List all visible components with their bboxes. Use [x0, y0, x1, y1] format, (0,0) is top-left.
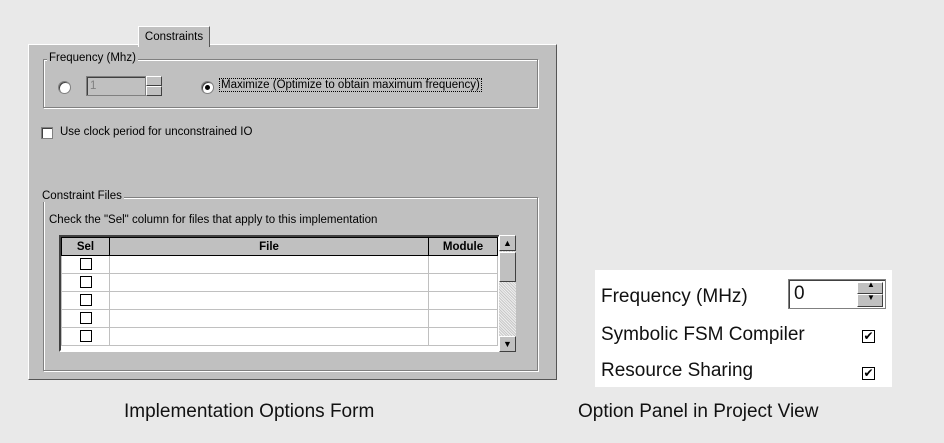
row-select-checkbox[interactable]: [79, 276, 92, 288]
chevron-down-icon: ▼: [867, 293, 875, 302]
maximize-label[interactable]: Maximize (Optimize to obtain maximum fre…: [219, 78, 482, 92]
table-row[interactable]: [61, 309, 498, 328]
panel-frequency-value: 0: [794, 283, 805, 304]
left-caption: Implementation Options Form: [124, 401, 375, 422]
table-vertical-scrollbar[interactable]: ▲ ▼: [499, 235, 516, 352]
panel-frequency-spin-down-button[interactable]: ▼: [857, 293, 883, 307]
row-select-checkbox[interactable]: [79, 294, 92, 306]
row-select-checkbox[interactable]: [79, 312, 92, 324]
constraint-files-instruction: Check the "Sel" column for files that ap…: [49, 214, 378, 226]
row-select-checkbox[interactable]: [79, 258, 92, 270]
frequency-spin-up-button[interactable]: [146, 76, 162, 86]
table-row[interactable]: [61, 291, 498, 310]
panel-resource-checkbox[interactable]: ✔: [862, 367, 875, 380]
frequency-input[interactable]: 1: [86, 76, 146, 96]
tab-constraints[interactable]: Constraints: [138, 26, 210, 47]
column-header-module[interactable]: Module: [428, 237, 498, 256]
clock-period-checkbox[interactable]: [41, 127, 53, 139]
column-header-sel[interactable]: Sel: [61, 237, 110, 256]
maximize-radio[interactable]: [201, 81, 214, 94]
table-row[interactable]: [61, 273, 498, 292]
constraint-files-table: Sel File Module: [61, 237, 498, 346]
check-icon: ✔: [863, 329, 874, 343]
scroll-up-button[interactable]: ▲: [499, 235, 516, 251]
panel-fsm-label: Symbolic FSM Compiler: [601, 324, 805, 345]
table-row[interactable]: [61, 255, 498, 274]
chevron-up-icon: ▲: [867, 280, 875, 289]
column-header-file[interactable]: File: [109, 237, 429, 256]
table-row[interactable]: [61, 327, 498, 346]
implementation-options-form: Frequency (Mhz) 1 Maximize (Optimize to …: [28, 44, 557, 380]
panel-resource-label: Resource Sharing: [601, 360, 754, 381]
scroll-down-button[interactable]: ▼: [499, 336, 516, 352]
frequency-group-legend: Frequency (Mhz): [47, 52, 138, 64]
scroll-thumb[interactable]: [499, 252, 516, 282]
check-icon: ✔: [863, 366, 874, 380]
frequency-value-radio[interactable]: [58, 81, 71, 94]
constraint-files-legend: Constraint Files: [40, 190, 124, 202]
panel-frequency-input[interactable]: 0 ▲ ▼: [788, 279, 886, 309]
panel-fsm-checkbox[interactable]: ✔: [862, 330, 875, 343]
tab-label: Constraints: [144, 31, 204, 43]
row-select-checkbox[interactable]: [79, 330, 92, 342]
right-caption: Option Panel in Project View: [578, 401, 819, 422]
constraint-files-table-container: Sel File Module: [59, 235, 500, 352]
panel-frequency-label: Frequency (MHz): [601, 286, 748, 307]
clock-period-label: Use clock period for unconstrained IO: [60, 126, 253, 138]
frequency-spin-down-button[interactable]: [146, 86, 162, 96]
option-panel: Frequency (MHz) 0 ▲ ▼ Symbolic FSM Compi…: [595, 270, 892, 387]
